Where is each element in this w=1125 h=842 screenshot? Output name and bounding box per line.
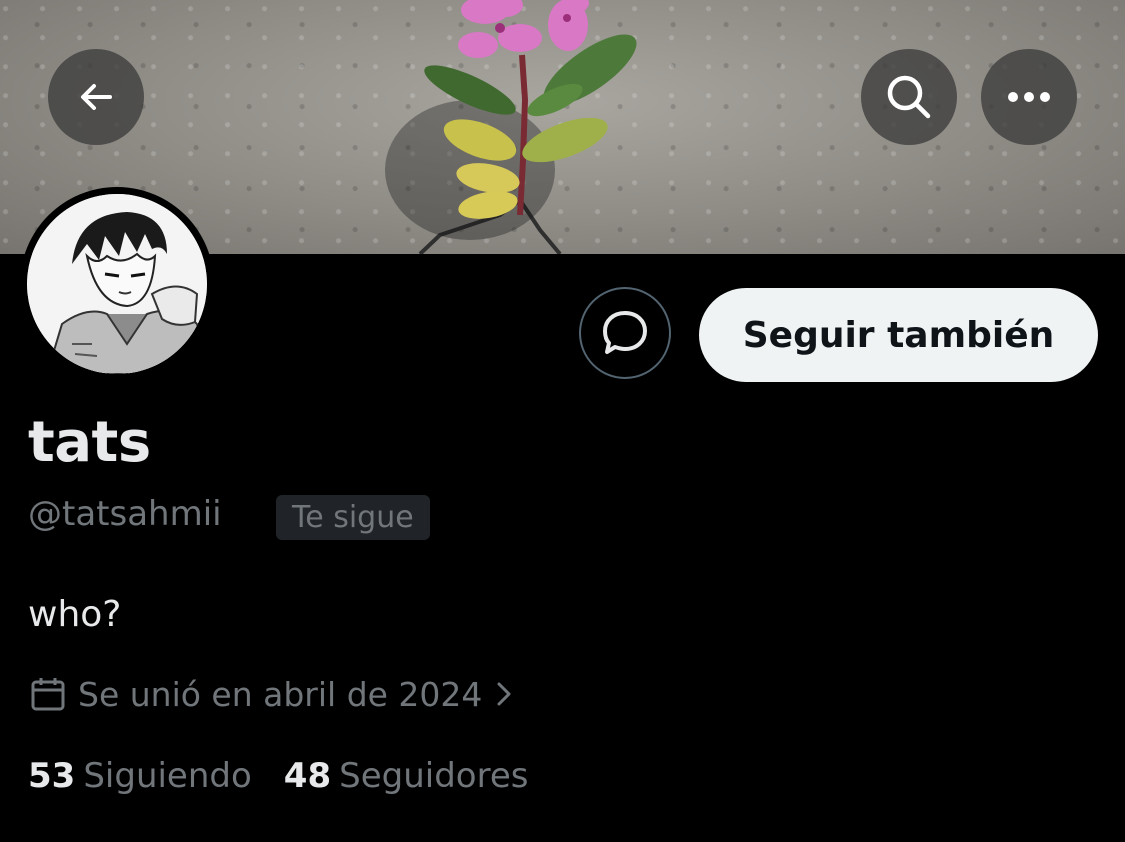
manga-character-avatar — [27, 194, 207, 374]
join-date-text: Se unió en abril de 2024 — [78, 674, 483, 714]
search-button[interactable] — [861, 49, 957, 145]
arrow-left-icon — [81, 84, 112, 110]
following-count: 53 — [28, 756, 76, 796]
avatar[interactable] — [20, 187, 214, 381]
follow-back-button[interactable]: Seguir también — [699, 288, 1098, 382]
following-label: Siguiendo — [83, 756, 252, 796]
follows-you-badge: Te sigue — [276, 495, 430, 540]
profile-bio: who? — [28, 594, 122, 635]
chevron-right-icon — [497, 682, 511, 706]
followers-link[interactable]: 48 Seguidores — [284, 756, 529, 796]
followers-label: Seguidores — [339, 756, 529, 796]
followers-count: 48 — [283, 756, 332, 796]
following-link[interactable]: 53 Siguiendo — [28, 756, 252, 796]
message-button[interactable] — [579, 287, 671, 379]
search-icon — [887, 75, 931, 119]
follow-stats: 53 Siguiendo 48 Seguidores — [28, 756, 528, 796]
calendar-icon — [31, 678, 65, 711]
back-button[interactable] — [48, 49, 144, 145]
message-icon — [603, 311, 647, 354]
more-button[interactable] — [981, 49, 1077, 145]
username-handle: @tatsahmii — [28, 494, 222, 534]
more-horizontal-icon — [1008, 92, 1050, 102]
join-date-row[interactable]: Se unió en abril de 2024 — [30, 670, 514, 718]
avatar-image — [27, 194, 207, 374]
display-name: tats — [28, 410, 151, 475]
